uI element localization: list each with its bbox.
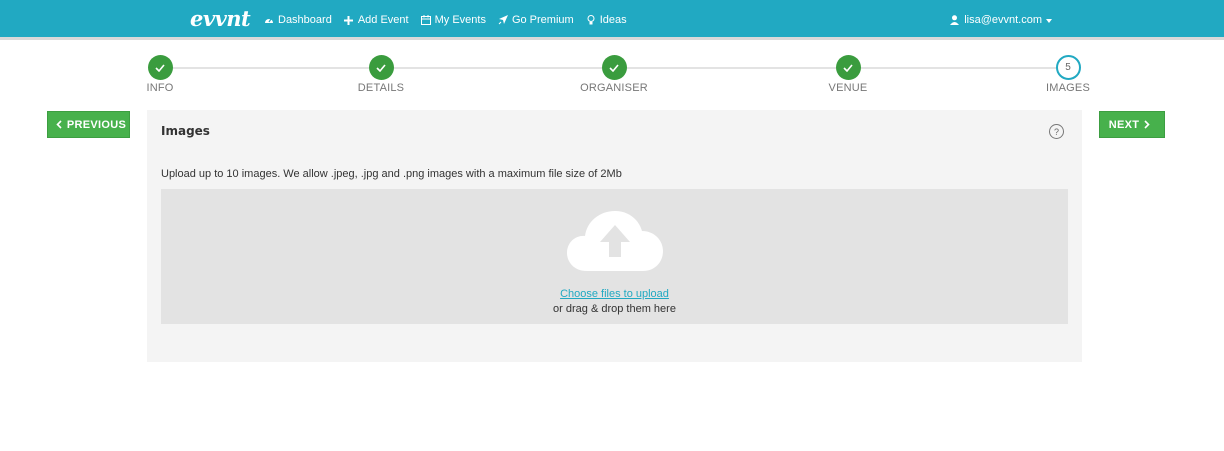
nav-dashboard[interactable]: Dashboard [264, 14, 332, 26]
images-panel: Images ? Upload up to 10 images. We allo… [147, 110, 1082, 362]
upload-description: Upload up to 10 images. We allow .jpeg, … [161, 168, 622, 180]
step-images[interactable]: 5 IMAGES [1028, 55, 1108, 94]
step-venue[interactable]: VENUE [808, 55, 888, 94]
previous-label: PREVIOUS [66, 118, 127, 131]
user-email: lisa@evvnt.com [964, 14, 1042, 26]
dashboard-icon [264, 15, 274, 25]
lightbulb-icon [586, 15, 596, 25]
step-label: ORGANISER [580, 82, 648, 94]
step-organiser[interactable]: ORGANISER [574, 55, 654, 94]
user-menu[interactable]: lisa@evvnt.com [950, 0, 1052, 40]
check-icon [376, 63, 386, 72]
step-details[interactable]: DETAILS [341, 55, 421, 94]
check-icon [609, 63, 619, 72]
nav-dashboard-label: Dashboard [278, 14, 332, 26]
check-icon [155, 63, 165, 72]
step-label: VENUE [828, 82, 868, 94]
step-current-circle: 5 [1055, 55, 1081, 80]
main-nav: Dashboard Add Event My Events Go Premium… [264, 0, 639, 40]
next-button[interactable]: NEXT [1099, 111, 1165, 138]
nav-my-events-label: My Events [434, 14, 486, 26]
chevron-down-icon [1046, 18, 1052, 23]
plus-icon [344, 15, 354, 25]
next-label: NEXT [1108, 118, 1140, 131]
nav-go-premium-label: Go Premium [511, 14, 574, 26]
step-done-circle [835, 55, 861, 80]
progress-stepper: INFO DETAILS ORGANISER VENUE 5 IMAGES [0, 55, 1224, 100]
nav-ideas[interactable]: Ideas [586, 14, 627, 26]
nav-go-premium[interactable]: Go Premium [498, 14, 574, 26]
previous-button[interactable]: PREVIOUS [47, 111, 130, 138]
cloud-upload-icon [567, 211, 663, 271]
nav-my-events[interactable]: My Events [420, 14, 486, 26]
chevron-right-icon [1144, 120, 1150, 129]
drag-drop-hint: or drag & drop them here [553, 303, 676, 315]
chevron-left-icon [56, 120, 62, 129]
step-label: DETAILS [357, 82, 405, 94]
step-done-circle [601, 55, 627, 80]
rocket-icon [498, 15, 508, 25]
choose-files-link[interactable]: Choose files to upload [161, 288, 1068, 300]
step-done-circle [147, 55, 173, 80]
step-label: INFO [146, 82, 174, 94]
upload-dropzone[interactable]: Choose files to upload or drag & drop th… [161, 189, 1068, 324]
top-navbar: evvnt Dashboard Add Event My Events Go P… [0, 0, 1224, 40]
evvnt-logo[interactable]: evvnt [190, 6, 251, 31]
step-info[interactable]: INFO [120, 55, 200, 94]
nav-add-event-label: Add Event [357, 14, 409, 26]
user-icon [950, 15, 960, 25]
step-label: IMAGES [1046, 82, 1090, 94]
help-icon[interactable]: ? [1049, 124, 1064, 139]
panel-title: Images [161, 124, 210, 138]
nav-ideas-label: Ideas [599, 14, 627, 26]
nav-add-event[interactable]: Add Event [344, 14, 409, 26]
step-done-circle [368, 55, 394, 80]
calendar-icon [420, 15, 431, 25]
check-icon [843, 63, 853, 72]
